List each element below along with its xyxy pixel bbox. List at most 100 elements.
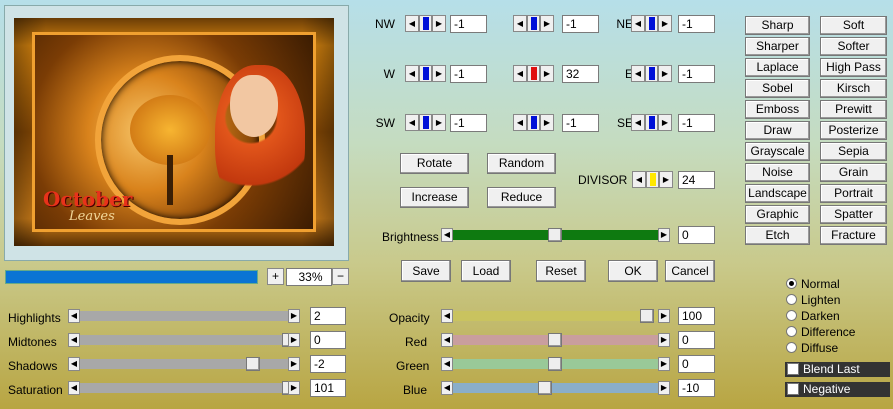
matrix-w-spinner[interactable]: ◀ ▶ [405, 65, 446, 82]
saturation-field[interactable]: 101 [310, 379, 346, 397]
brightness-thumb[interactable] [548, 228, 562, 242]
preset-etch-button[interactable]: Etch [745, 226, 810, 245]
preset-emboss-button[interactable]: Emboss [745, 100, 810, 119]
random-button[interactable]: Random [487, 153, 556, 174]
ok-button[interactable]: OK [608, 260, 658, 282]
preset-draw-button[interactable]: Draw [745, 121, 810, 140]
matrix-n-field[interactable]: -1 [562, 15, 599, 33]
matrix-k-field[interactable]: 32 [562, 65, 599, 83]
matrix-e-spinner[interactable]: ◀ ▶ [631, 65, 672, 82]
red-slider[interactable]: ◀ ▶ [441, 333, 670, 347]
matrix-nw-spinner[interactable]: ◀ ▶ [405, 15, 446, 32]
green-slider[interactable]: ◀ ▶ [441, 357, 670, 371]
rotate-button[interactable]: Rotate [400, 153, 469, 174]
matrix-e-decrease-arrow[interactable]: ◀ [631, 65, 645, 82]
saturation-track[interactable] [80, 383, 288, 393]
preset-soft-button[interactable]: Soft [820, 16, 887, 35]
green-thumb[interactable] [548, 357, 562, 371]
matrix-k-thumb[interactable] [527, 65, 540, 82]
matrix-ne-field[interactable]: -1 [678, 15, 715, 33]
highlights-field[interactable]: 2 [310, 307, 346, 325]
matrix-sw-increase-arrow[interactable]: ▶ [432, 114, 446, 131]
preset-sharp-button[interactable]: Sharp [745, 16, 810, 35]
mode-lighten-radio[interactable]: Lighten [786, 293, 840, 307]
load-button[interactable]: Load [461, 260, 511, 282]
opacity-field[interactable]: 100 [678, 307, 715, 325]
preset-sepia-button[interactable]: Sepia [820, 142, 887, 161]
matrix-se-spinner[interactable]: ◀ ▶ [631, 114, 672, 131]
mode-diffuse-radio[interactable]: Diffuse [786, 341, 838, 355]
highlights-right-arrow[interactable]: ▶ [288, 309, 300, 323]
red-right-arrow[interactable]: ▶ [658, 333, 670, 347]
zoom-in-button[interactable]: + [267, 268, 284, 285]
preset-graphic-button[interactable]: Graphic [745, 205, 810, 224]
matrix-ne-decrease-arrow[interactable]: ◀ [631, 15, 645, 32]
zoom-out-button[interactable]: − [332, 268, 349, 285]
shadows-right-arrow[interactable]: ▶ [288, 357, 300, 371]
increase-button[interactable]: Increase [400, 187, 469, 208]
matrix-sw-thumb[interactable] [419, 114, 432, 131]
saturation-slider[interactable]: ◀ ▶ [68, 381, 300, 395]
matrix-w-thumb[interactable] [419, 65, 432, 82]
midtones-slider[interactable]: ◀ ▶ [68, 333, 300, 347]
preset-noise-button[interactable]: Noise [745, 163, 810, 182]
preset-spatter-button[interactable]: Spatter [820, 205, 887, 224]
mode-darken-radio[interactable]: Darken [786, 309, 840, 323]
green-field[interactable]: 0 [678, 355, 715, 373]
blue-field[interactable]: -10 [678, 379, 715, 397]
divisor-field[interactable]: 24 [678, 171, 715, 189]
reset-button[interactable]: Reset [536, 260, 586, 282]
preset-fracture-button[interactable]: Fracture [820, 226, 887, 245]
green-right-arrow[interactable]: ▶ [658, 357, 670, 371]
preset-sharper-button[interactable]: Sharper [745, 37, 810, 56]
matrix-e-increase-arrow[interactable]: ▶ [658, 65, 672, 82]
red-left-arrow[interactable]: ◀ [441, 333, 453, 347]
matrix-ne-thumb[interactable] [645, 15, 658, 32]
shadows-thumb[interactable] [246, 357, 260, 371]
opacity-thumb[interactable] [640, 309, 654, 323]
matrix-s-field[interactable]: -1 [562, 114, 599, 132]
divisor-increase-arrow[interactable]: ▶ [659, 171, 673, 188]
matrix-n-thumb[interactable] [527, 15, 540, 32]
matrix-n-decrease-arrow[interactable]: ◀ [513, 15, 527, 32]
matrix-w-increase-arrow[interactable]: ▶ [432, 65, 446, 82]
matrix-e-field[interactable]: -1 [678, 65, 715, 83]
preset-sobel-button[interactable]: Sobel [745, 79, 810, 98]
opacity-track[interactable] [453, 311, 658, 321]
zoom-field[interactable]: 33% [286, 268, 332, 286]
brightness-right-arrow[interactable]: ▶ [658, 228, 670, 242]
matrix-s-spinner[interactable]: ◀ ▶ [513, 114, 554, 131]
opacity-right-arrow[interactable]: ▶ [658, 309, 670, 323]
matrix-se-decrease-arrow[interactable]: ◀ [631, 114, 645, 131]
matrix-se-thumb[interactable] [645, 114, 658, 131]
matrix-k-spinner[interactable]: ◀ ▶ [513, 65, 554, 82]
brightness-left-arrow[interactable]: ◀ [441, 228, 453, 242]
divisor-spinner[interactable]: ◀ ▶ [632, 171, 673, 188]
preset-prewitt-button[interactable]: Prewitt [820, 100, 887, 119]
matrix-e-thumb[interactable] [645, 65, 658, 82]
highlights-track[interactable] [80, 311, 288, 321]
matrix-w-field[interactable]: -1 [450, 65, 487, 83]
preset-portrait-button[interactable]: Portrait [820, 184, 887, 203]
preset-landscape-button[interactable]: Landscape [745, 184, 810, 203]
matrix-sw-spinner[interactable]: ◀ ▶ [405, 114, 446, 131]
preset-posterize-button[interactable]: Posterize [820, 121, 887, 140]
matrix-ne-spinner[interactable]: ◀ ▶ [631, 15, 672, 32]
highlights-left-arrow[interactable]: ◀ [68, 309, 80, 323]
matrix-s-thumb[interactable] [527, 114, 540, 131]
blend-last-checkbox[interactable]: Blend Last [785, 362, 890, 377]
blue-slider[interactable]: ◀ ▶ [441, 381, 670, 395]
red-thumb[interactable] [548, 333, 562, 347]
preset-softer-button[interactable]: Softer [820, 37, 887, 56]
brightness-slider[interactable]: ◀ ▶ [441, 228, 670, 242]
matrix-n-spinner[interactable]: ◀ ▶ [513, 15, 554, 32]
saturation-left-arrow[interactable]: ◀ [68, 381, 80, 395]
save-button[interactable]: Save [401, 260, 451, 282]
matrix-sw-decrease-arrow[interactable]: ◀ [405, 114, 419, 131]
green-left-arrow[interactable]: ◀ [441, 357, 453, 371]
matrix-s-increase-arrow[interactable]: ▶ [540, 114, 554, 131]
matrix-w-decrease-arrow[interactable]: ◀ [405, 65, 419, 82]
matrix-k-decrease-arrow[interactable]: ◀ [513, 65, 527, 82]
midtones-left-arrow[interactable]: ◀ [68, 333, 80, 347]
divisor-decrease-arrow[interactable]: ◀ [632, 171, 646, 188]
